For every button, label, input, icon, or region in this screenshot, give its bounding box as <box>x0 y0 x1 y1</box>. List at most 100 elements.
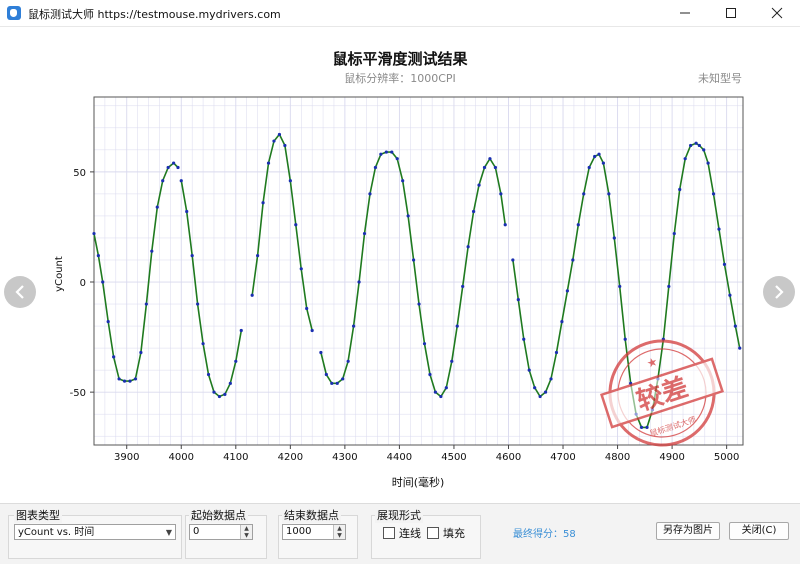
stepper-arrows-icon[interactable]: ▲ ▼ <box>333 525 345 539</box>
start-point-label: 起始数据点 <box>189 507 248 523</box>
data-point <box>722 262 727 266</box>
x-tick-label: 4300 <box>332 452 357 463</box>
data-point <box>571 258 575 262</box>
data-point <box>672 231 676 236</box>
data-point <box>379 152 383 156</box>
close-button[interactable]: 关闭(C) <box>729 522 789 540</box>
data-point <box>576 223 580 227</box>
data-point <box>384 150 388 154</box>
data-point <box>305 306 309 311</box>
data-point <box>362 231 367 236</box>
x-tick-label: 4700 <box>550 452 575 463</box>
data-point <box>150 249 154 253</box>
data-point <box>201 342 205 346</box>
data-point <box>166 165 170 170</box>
start-point-stepper[interactable]: 0 ▲ ▼ <box>189 524 253 540</box>
data-point <box>702 148 706 152</box>
data-point <box>250 293 254 297</box>
x-tick-label: 4800 <box>605 452 630 463</box>
data-point <box>678 187 682 192</box>
x-tick-label: 4600 <box>496 452 521 463</box>
data-point <box>139 350 143 355</box>
previous-page-button[interactable] <box>4 276 36 308</box>
data-point <box>277 132 282 137</box>
data-point <box>706 161 710 165</box>
data-point <box>444 386 448 390</box>
data-point <box>612 236 616 240</box>
data-point <box>711 192 716 196</box>
chart-type-value: yCount vs. 时间 <box>18 527 95 538</box>
data-point <box>433 390 438 394</box>
x-tick-label: 4000 <box>169 452 194 463</box>
data-point <box>288 179 292 183</box>
data-point <box>324 372 328 377</box>
data-point <box>179 179 183 183</box>
y-tick-label: 0 <box>80 278 86 289</box>
data-point <box>401 179 405 183</box>
line-checkbox[interactable]: 连线 <box>383 525 421 541</box>
data-point <box>439 394 443 399</box>
data-point <box>144 302 148 306</box>
data-point <box>335 381 339 385</box>
end-point-stepper[interactable]: 1000 ▲ ▼ <box>282 524 346 540</box>
data-point <box>299 267 303 271</box>
data-point <box>533 386 537 390</box>
data-point <box>161 179 165 183</box>
start-point-value: 0 <box>193 526 200 537</box>
fill-checkbox[interactable]: 填充 <box>427 525 465 541</box>
data-point <box>234 359 238 363</box>
x-tick-label: 4900 <box>659 452 684 463</box>
data-point <box>101 280 105 284</box>
smoothness-chart: 3900 4000 4100 4200 4300 4400 4500 4600 4700 4800… <box>54 96 744 489</box>
data-point <box>645 425 649 429</box>
stepper-arrows-icon[interactable]: ▲ ▼ <box>240 525 252 539</box>
data-point <box>422 342 427 346</box>
data-point <box>538 394 542 399</box>
end-point-value: 1000 <box>286 526 312 537</box>
data-point <box>639 425 644 429</box>
data-point <box>565 289 569 293</box>
data-point <box>728 293 732 297</box>
data-point <box>330 381 334 385</box>
line-checkbox-label: 连线 <box>399 527 421 540</box>
data-point <box>128 379 132 383</box>
data-point <box>272 139 276 143</box>
data-point <box>493 165 497 170</box>
data-point <box>357 280 361 284</box>
data-point <box>560 320 564 324</box>
data-point <box>239 328 243 333</box>
data-point <box>503 223 507 227</box>
chart-type-select[interactable]: yCount vs. 时间 ▼ <box>14 524 176 540</box>
data-point <box>310 328 314 333</box>
chart-type-label: 图表类型 <box>14 507 62 523</box>
data-point <box>499 192 503 196</box>
data-point <box>461 284 465 289</box>
chevron-right-icon <box>775 285 784 299</box>
data-point <box>294 223 298 227</box>
data-point <box>601 161 605 165</box>
y-tick-label: -50 <box>70 388 86 399</box>
x-tick-label: 4400 <box>387 452 412 463</box>
next-page-button[interactable] <box>763 276 795 308</box>
data-point <box>411 258 416 262</box>
fill-checkbox-label: 填充 <box>443 527 465 540</box>
data-point <box>466 245 470 249</box>
data-point <box>593 154 597 159</box>
data-point <box>522 337 526 341</box>
data-point <box>683 157 687 161</box>
data-point <box>223 392 227 396</box>
data-point <box>185 209 189 214</box>
data-point <box>516 298 520 302</box>
data-point <box>527 368 531 372</box>
data-point <box>106 320 110 324</box>
data-point <box>554 350 559 355</box>
data-point <box>738 346 742 350</box>
end-point-label: 结束数据点 <box>282 507 341 523</box>
x-tick-label: 4500 <box>441 452 466 463</box>
data-point <box>543 390 548 394</box>
data-point <box>597 152 601 156</box>
data-point <box>477 183 481 187</box>
series-line <box>93 162 179 382</box>
final-score: 最终得分：58 <box>513 529 576 540</box>
save-image-button[interactable]: 另存为图片 <box>656 522 720 540</box>
